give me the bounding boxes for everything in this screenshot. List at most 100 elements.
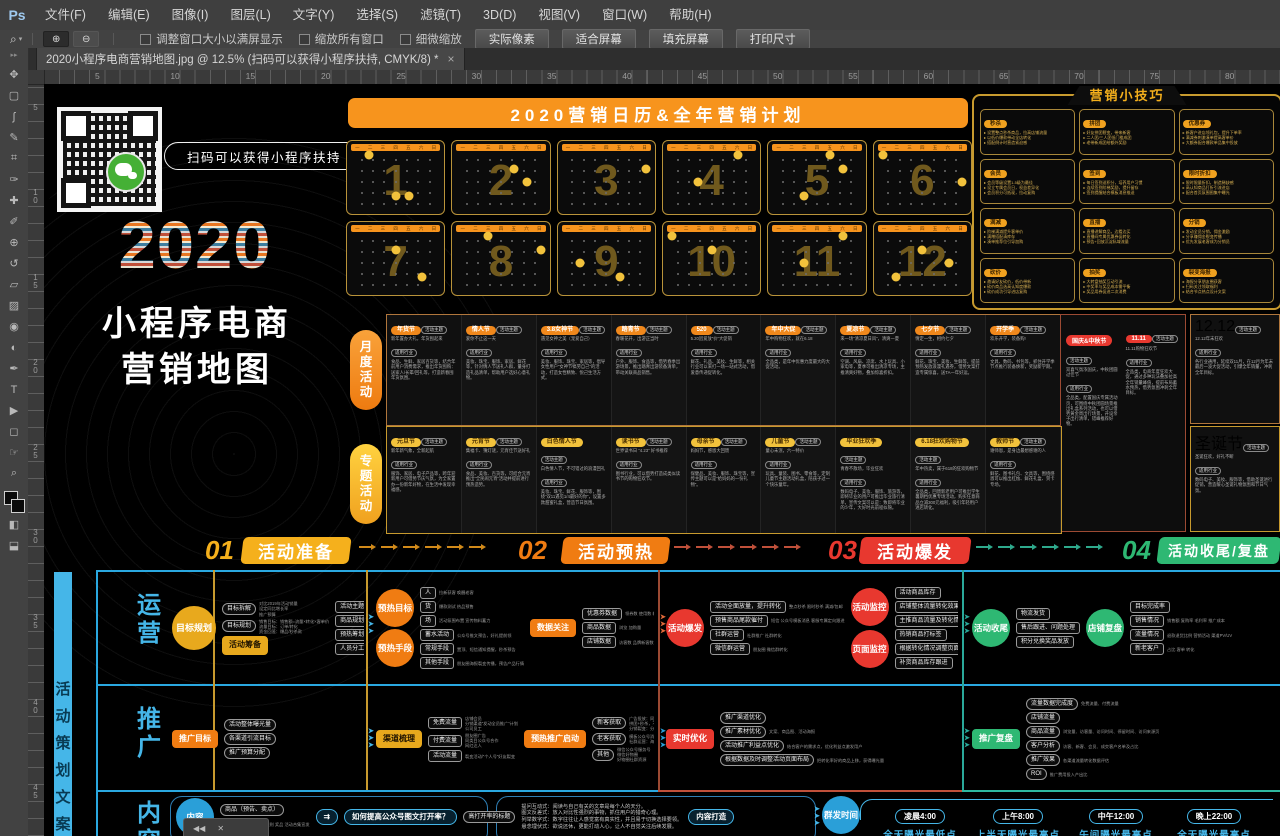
industry-chip: 适用行业 (915, 349, 941, 357)
option-button[interactable]: 适合屏幕 (562, 29, 636, 49)
eyedropper-tool-icon[interactable]: ✑ (2, 169, 26, 190)
tip-label: 秒杀 (984, 120, 1007, 128)
lasso-tool-icon[interactable]: ʃ (2, 106, 26, 127)
collapse-icon[interactable]: ◀◀ (193, 824, 205, 833)
screen-mode-icon[interactable]: ⬓ (2, 535, 26, 556)
option-checkbox[interactable]: 调整窗口大小以满屏显示 (140, 31, 283, 47)
theme-chip: 活动主题 (646, 326, 672, 334)
menu-item[interactable]: 帮助(H) (658, 0, 722, 30)
plan-node: 老客获取 (592, 733, 626, 745)
festival-theme: 欢乐开学，装备购! (990, 336, 1056, 341)
plan-note: 浏览量、访客量、访问时间、停留时间、访问来源页 (1063, 729, 1159, 734)
hand-tool-icon[interactable]: ☞ (2, 442, 26, 463)
festival-theme: 爱你不止这一天 (466, 336, 532, 341)
dodge-tool-icon[interactable]: ◐ (2, 337, 26, 358)
tool-preset-caret-icon[interactable]: ▾ (19, 35, 23, 43)
tip-card: 抽奖▸ 大转盘抽奖互动引流▸ 中奖率与奖品成本需平衡▸ 奖品用券促进二次消费 (1079, 258, 1174, 304)
menu-item[interactable]: 文件(F) (34, 0, 97, 30)
highlight-date (734, 151, 743, 160)
highlight-date (642, 164, 651, 173)
gradient-tool-icon[interactable]: ▨ (2, 295, 26, 316)
menu-item[interactable]: 选择(S) (345, 0, 409, 30)
marquee-tool-icon[interactable]: ▢ (2, 85, 26, 106)
option-button[interactable]: 填充屏幕 (649, 29, 723, 49)
month-card: 一二三四五六日4 (662, 140, 761, 215)
industry-chip: 适用行业 (391, 461, 417, 469)
festival-industry: 鲜花、珠宝、美妆、生鲜等，提前预热发放浪漫礼遇券，借势文案打造专属惊喜，送TA一… (915, 359, 981, 375)
industry-chip: 适用行业 (466, 461, 492, 469)
month-card: 一二三四五六日11 (767, 221, 866, 296)
tab-close-icon[interactable]: × (448, 52, 455, 66)
healing-brush-tool-icon[interactable]: ✚ (2, 190, 26, 211)
plan-node: 活动推广利益点优化 (720, 740, 784, 752)
festival-title: 情人节 (466, 326, 496, 335)
menu-item[interactable]: 图像(I) (161, 0, 220, 30)
option-checkbox[interactable]: 缩放所有窗口 (299, 31, 384, 47)
plan-node: 店铺数据 (582, 636, 616, 648)
mini-panel[interactable]: ◀◀ ✕ (183, 818, 269, 836)
menu-item[interactable]: 编辑(E) (97, 0, 161, 30)
plan-note: 置顶、短信通知提醒，秒杀预告 (457, 647, 516, 652)
plan-node: 店铺整体流量转化效果 (895, 601, 958, 613)
eraser-tool-icon[interactable]: ▱ (2, 274, 26, 295)
month-card: 一二三四五六日1 (346, 140, 445, 215)
photoshop-logo: Ps (0, 7, 34, 23)
phase-label: 活动收尾/复盘 (1168, 541, 1270, 561)
shape-tool-icon[interactable]: ◻ (2, 421, 26, 442)
blur-tool-icon[interactable]: ◉ (2, 316, 26, 337)
quick-select-tool-icon[interactable]: ✎ (2, 127, 26, 148)
month-card: 一二三四五六日6 (873, 140, 972, 215)
zoom-tool-icon[interactable]: ⌕ (2, 463, 26, 484)
type-tool-icon[interactable]: T (2, 379, 26, 400)
document-canvas[interactable]: 扫码可以获得小程序扶持 2020 小程序电商 营销地图 2020营销日历&全年营… (44, 84, 1280, 836)
brush-tool-icon[interactable]: ✐ (2, 211, 26, 232)
zoom-tool-icon[interactable]: ⌕ (10, 32, 17, 47)
plan-node: 活动全面放量，提升转化 (710, 601, 786, 613)
plan-note: 免费流量、付费流量 (1081, 701, 1119, 706)
festival-theme: 春暖花开，出游正当时 (616, 336, 682, 341)
menu-item[interactable]: 窗口(W) (591, 0, 658, 30)
document-tab[interactable]: 2020小程序电商营销地图.jpg @ 12.5% (扫码可以获得小程序扶持, … (36, 48, 465, 70)
row-label-operations: 运营 (134, 592, 164, 648)
palette-grip-icon[interactable]: ▸▸ (10, 48, 17, 64)
zoom-out-button[interactable]: ⊖ (73, 31, 99, 47)
menu-item[interactable]: 文字(Y) (282, 0, 346, 30)
plan-node: 其他手段 (420, 657, 454, 669)
menu-item[interactable]: 图层(L) (219, 0, 281, 30)
crop-tool-icon[interactable]: ⌗ (2, 148, 26, 169)
festival-industry: 食品、生鲜、家居百货等，结合年前用户消费需求，推出年货囤购：送家人/长辈/回礼等… (391, 359, 457, 380)
ruler-number: 35 (547, 71, 556, 81)
plan-node: 热销商品打标签 (895, 629, 947, 641)
flow-arrows: ➤➤➤ (660, 614, 666, 635)
menu-item[interactable]: 视图(V) (527, 0, 591, 30)
move-tool-icon[interactable]: ✥ (2, 64, 26, 85)
industry-chip: 适用行业 (541, 479, 567, 487)
background-color-swatch[interactable] (11, 499, 25, 513)
path-select-tool-icon[interactable]: ▶ (2, 400, 26, 421)
option-checkbox[interactable]: 细微缩放 (400, 31, 462, 47)
plan-node: 店铺复盘 (1086, 609, 1124, 647)
phase-dashes (976, 546, 1099, 548)
highlight-date (615, 272, 624, 281)
theme-chip: 活动主题 (713, 326, 739, 334)
tip-line: ▸ 优先发展老客成为分销员 (1183, 239, 1270, 244)
history-brush-tool-icon[interactable]: ↺ (2, 253, 26, 274)
quick-mask-icon[interactable]: ◧ (2, 514, 26, 535)
highlight-date (483, 232, 492, 241)
ruler-number: 60 (924, 71, 933, 81)
phase-number: 02 (518, 536, 547, 564)
menu-item[interactable]: 滤镜(T) (409, 0, 472, 30)
industry-chip: 适用行业 (391, 349, 417, 357)
color-swatches[interactable] (3, 490, 25, 514)
ruler-corner (28, 70, 45, 85)
pen-tool-icon[interactable]: ✒ (2, 358, 26, 379)
plan-node: 补货商品库存跟进 (895, 657, 953, 669)
close-icon[interactable]: ✕ (217, 824, 224, 833)
clone-stamp-tool-icon[interactable]: ⊕ (2, 232, 26, 253)
menu-item[interactable]: 3D(D) (472, 0, 527, 30)
flow-arrows: ➤➤➤ (814, 806, 820, 827)
zoom-in-button[interactable]: ⊕ (43, 31, 69, 47)
timeline-time: 上午8:00 (993, 809, 1043, 824)
option-button[interactable]: 打印尺寸 (736, 29, 810, 49)
option-button[interactable]: 实际像素 (475, 29, 549, 49)
